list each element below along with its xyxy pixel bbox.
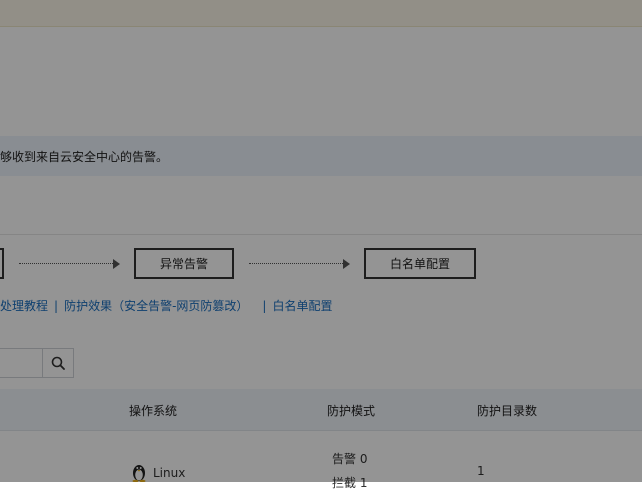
flow-arrow-head <box>113 259 120 269</box>
flow-step-alert[interactable]: 异常告警 <box>134 248 234 279</box>
table-header: 操作系统 防护模式 防护目录数 <box>0 389 642 431</box>
tutorial-link[interactable]: 处理教程 <box>0 299 48 313</box>
link-separator: | <box>262 299 267 313</box>
protection-effect-link[interactable]: 防护效果（安全告警-网页防篡改） <box>64 299 248 313</box>
os-name: Linux <box>153 466 186 480</box>
info-notice: 够收到来自云安全中心的告警。 <box>0 136 642 176</box>
flow-step-previous[interactable] <box>0 248 4 279</box>
search-input[interactable] <box>0 348 42 378</box>
top-banner-strip <box>0 0 642 27</box>
search-icon <box>51 356 65 370</box>
mode-alert-count: 告警 0 <box>332 452 368 466</box>
notice-text: 够收到来自云安全中心的告警。 <box>0 150 169 164</box>
flow-step-whitelist[interactable]: 白名单配置 <box>364 248 476 279</box>
flow-step-whitelist-label: 白名单配置 <box>389 257 450 271</box>
flow-arrow <box>19 263 113 264</box>
section-divider <box>0 234 642 235</box>
flow-arrow-head <box>343 259 350 269</box>
search-button[interactable] <box>42 348 74 378</box>
flow-arrow <box>249 263 343 264</box>
mode-partial: 拦截 1 <box>332 476 368 490</box>
help-links: 处理教程 | 防护效果（安全告警-网页防篡改） | 白名单配置 <box>0 297 332 314</box>
column-header-os: 操作系统 <box>129 404 178 418</box>
whitelist-link[interactable]: 白名单配置 <box>272 299 332 313</box>
column-header-mode: 防护模式 <box>327 404 376 418</box>
linux-penguin-icon <box>132 465 146 482</box>
flow-step-alert-label: 异常告警 <box>159 257 208 271</box>
dir-count: 1 <box>477 464 485 478</box>
link-separator: | <box>54 299 59 313</box>
column-header-dir-count: 防护目录数 <box>477 404 538 418</box>
